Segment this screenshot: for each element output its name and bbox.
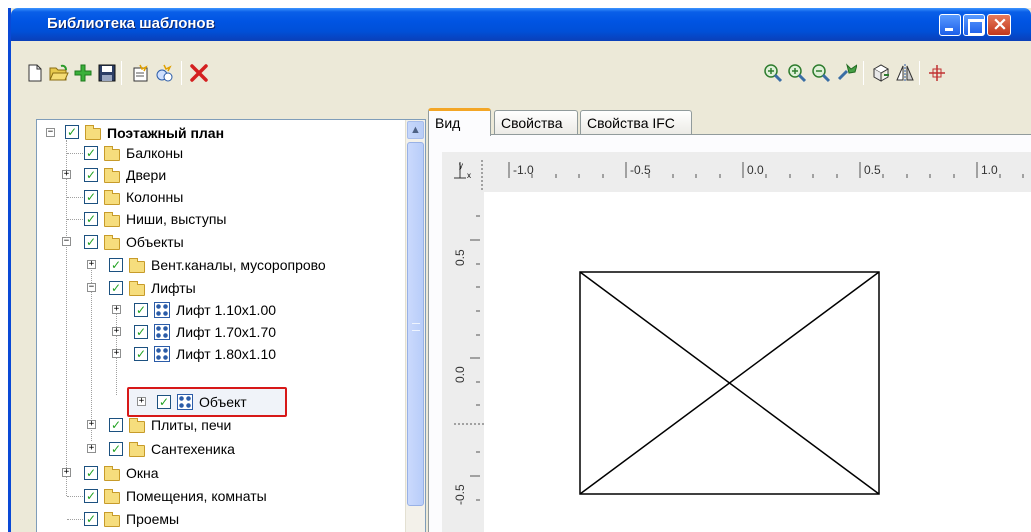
svg-text:y: y [459, 161, 463, 170]
h-tick-label: -0.5 [630, 163, 651, 177]
h-tick-label: 1.0 [981, 163, 998, 177]
v-tick-label: -0.5 [453, 484, 467, 505]
object-placeholder-shape [579, 271, 880, 495]
h-tick-label: 0.0 [747, 163, 764, 177]
tab-view[interactable]: Вид [428, 108, 491, 136]
svg-text:x: x [467, 171, 471, 180]
h-tick-label: 0.5 [864, 163, 881, 177]
axis-corner-icon: y x [454, 161, 471, 180]
v-tick-label: 0.0 [453, 366, 467, 383]
preview-drawing: y x [454, 160, 1024, 501]
v-tick-label: 0.5 [453, 249, 467, 266]
h-tick-label: -1.0 [513, 163, 534, 177]
